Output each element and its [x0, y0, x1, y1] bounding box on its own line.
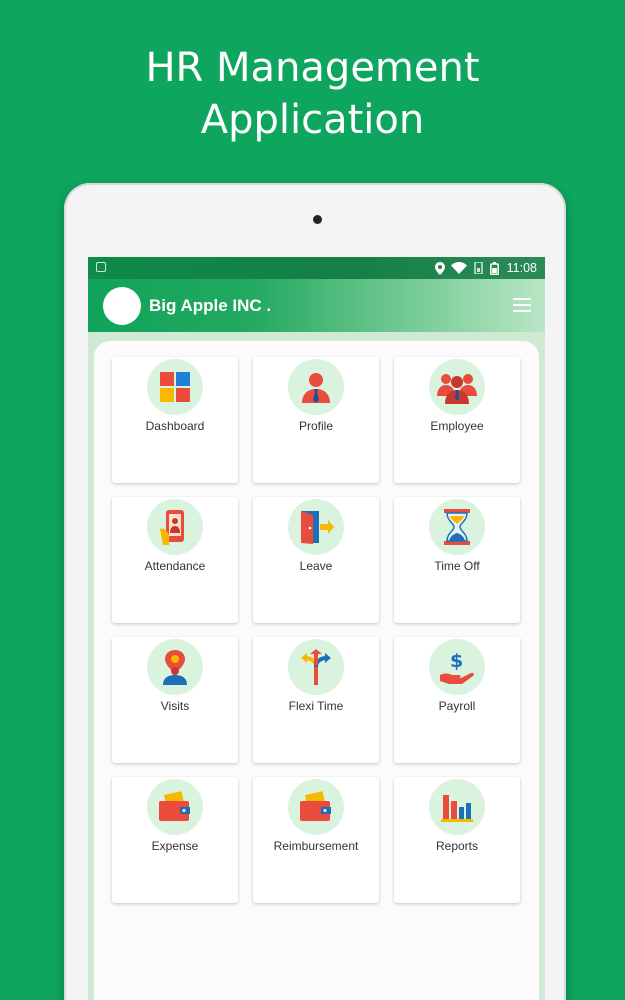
- tile-label: Expense: [151, 839, 199, 853]
- camera-dot: [313, 215, 322, 224]
- tile-label: Attendance: [144, 559, 206, 573]
- wifi-icon: [450, 262, 467, 274]
- wallet-icon: [147, 779, 203, 835]
- tablet-frame: 11:08 Big Apple INC . Dashboard Profile …: [64, 183, 566, 1000]
- promo-title: HR Management Application: [0, 42, 625, 146]
- tile-label: Reports: [435, 839, 479, 853]
- tile-attendance[interactable]: Attendance: [112, 497, 238, 623]
- dashboard-icon: [147, 359, 203, 415]
- status-bar: 11:08: [88, 257, 545, 279]
- company-name: Big Apple INC .: [149, 296, 272, 315]
- tile-flexi-time[interactable]: Flexi Time: [253, 637, 379, 763]
- hourglass-icon: [429, 499, 485, 555]
- tile-reports[interactable]: Reports: [394, 777, 520, 903]
- status-time: 11:08: [506, 261, 537, 275]
- svg-text:$: $: [450, 650, 463, 672]
- battery-icon: [489, 261, 499, 275]
- tile-payroll[interactable]: $ Payroll: [394, 637, 520, 763]
- visits-icon: [147, 639, 203, 695]
- bar-chart-icon: [429, 779, 485, 835]
- payroll-icon: $: [429, 639, 485, 695]
- profile-icon: [288, 359, 344, 415]
- tile-time-off[interactable]: Time Off: [394, 497, 520, 623]
- main-content: Dashboard Profile Employee Attendance Le…: [94, 341, 539, 1000]
- tile-label: Time Off: [434, 559, 480, 573]
- company-logo[interactable]: [103, 287, 141, 325]
- tile-dashboard[interactable]: Dashboard: [112, 357, 238, 483]
- app-bar: Big Apple INC .: [88, 279, 545, 332]
- hamburger-menu-icon[interactable]: [513, 298, 531, 312]
- status-icons: 11:08: [434, 260, 537, 276]
- tile-expense[interactable]: Expense: [112, 777, 238, 903]
- tile-leave[interactable]: Leave: [253, 497, 379, 623]
- tile-label: Visits: [160, 699, 190, 713]
- module-grid: Dashboard Profile Employee Attendance Le…: [112, 357, 520, 903]
- signal-icon: [473, 262, 483, 274]
- location-icon: [434, 261, 445, 275]
- employee-icon: [429, 359, 485, 415]
- tile-label: Profile: [298, 419, 333, 433]
- tile-visits[interactable]: Visits: [112, 637, 238, 763]
- promo-title-line2: Application: [200, 97, 425, 143]
- attendance-icon: [147, 499, 203, 555]
- app-screen: 11:08 Big Apple INC . Dashboard Profile …: [88, 257, 545, 1000]
- tile-label: Payroll: [438, 699, 476, 713]
- notification-icon: [96, 262, 106, 272]
- tile-label: Reimbursement: [273, 839, 359, 853]
- flexi-time-icon: [288, 639, 344, 695]
- tile-label: Flexi Time: [288, 699, 344, 713]
- tile-label: Employee: [430, 419, 484, 433]
- tile-profile[interactable]: Profile: [253, 357, 379, 483]
- tile-label: Leave: [299, 559, 333, 573]
- tile-employee[interactable]: Employee: [394, 357, 520, 483]
- promo-title-line1: HR Management: [145, 45, 480, 91]
- wallet-icon: [288, 779, 344, 835]
- tile-reimbursement[interactable]: Reimbursement: [253, 777, 379, 903]
- tile-label: Dashboard: [145, 419, 205, 433]
- leave-icon: [288, 499, 344, 555]
